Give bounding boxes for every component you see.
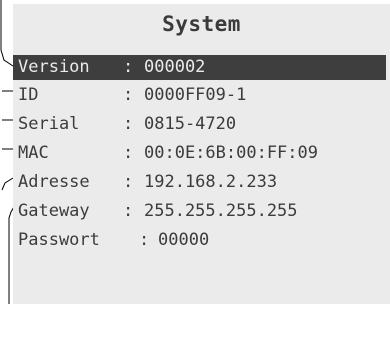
- row-separator: :: [139, 230, 150, 250]
- row-id[interactable]: ID : 0000FF09-1: [18, 83, 386, 108]
- row-separator: :: [123, 143, 134, 163]
- callout-line-version: [0, 0, 14, 67]
- screen-title: System: [162, 12, 241, 36]
- row-value: 0000FF09-1: [144, 85, 247, 105]
- row-key: Adresse: [18, 172, 90, 192]
- row-passwort[interactable]: Passwort : 00000: [18, 228, 386, 253]
- row-separator: :: [123, 57, 134, 77]
- row-serial[interactable]: Serial : 0815-4720: [18, 112, 386, 137]
- lcd-screen: System Version : 000002 ID : 0000FF09-1 …: [13, 4, 390, 304]
- row-separator: :: [123, 114, 134, 134]
- row-value: 000002: [144, 57, 206, 77]
- callout-line-adresse: [1, 177, 14, 191]
- row-version[interactable]: Version : 000002: [13, 55, 386, 80]
- row-value: 00000: [158, 230, 210, 250]
- row-value: 255.255.255.255: [144, 201, 298, 221]
- row-key: Passwort: [18, 230, 100, 250]
- row-key: Gateway: [18, 201, 90, 221]
- row-separator: :: [123, 201, 134, 221]
- row-adresse[interactable]: Adresse : 192.168.2.233: [18, 170, 386, 195]
- row-key: Serial: [18, 114, 80, 134]
- row-gateway[interactable]: Gateway : 255.255.255.255: [18, 199, 386, 224]
- row-separator: :: [123, 172, 134, 192]
- row-key: MAC: [18, 143, 49, 163]
- row-value: 192.168.2.233: [144, 172, 278, 192]
- row-value: 00:0E:6B:00:FF:09: [144, 143, 318, 163]
- row-key: ID: [18, 85, 39, 105]
- row-separator: :: [123, 85, 134, 105]
- row-value: 0815-4720: [144, 114, 237, 134]
- row-key: Version: [18, 57, 90, 77]
- row-mac[interactable]: MAC : 00:0E:6B:00:FF:09: [18, 141, 386, 166]
